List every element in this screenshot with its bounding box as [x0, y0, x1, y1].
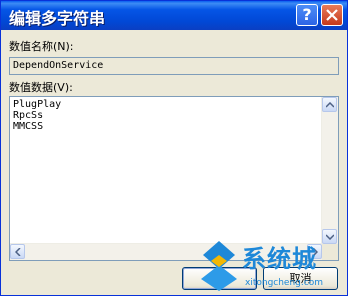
help-button[interactable]: ? — [296, 4, 318, 26]
value-name-label: 数值名称(N): — [9, 40, 74, 53]
title-bar[interactable]: 编辑多字符串 ? — [1, 1, 347, 30]
watermark-logo-icon — [201, 241, 237, 291]
scroll-left-button[interactable] — [10, 244, 25, 259]
watermark-brand: 系统城 — [242, 245, 317, 273]
close-button[interactable] — [321, 4, 343, 26]
value-data-line: MMCSS — [13, 121, 44, 132]
value-data-textarea[interactable]: PlugPlay RpcSs MMCSS — [9, 96, 339, 261]
value-data-line: RpcSs — [13, 110, 44, 121]
scroll-up-button[interactable] — [322, 97, 337, 112]
edit-multistring-dialog: 编辑多字符串 ? 数值名称(N): DependOnService 数值数据(V… — [0, 0, 348, 296]
chevron-up-icon — [326, 102, 334, 108]
value-name-field[interactable]: DependOnService — [9, 57, 339, 75]
value-data-lines: PlugPlay RpcSs MMCSS — [13, 99, 61, 132]
scrollbar-corner — [322, 244, 338, 260]
chevron-down-icon — [326, 234, 334, 240]
chevron-left-icon — [15, 248, 21, 256]
vertical-scrollbar[interactable] — [321, 97, 338, 244]
watermark-url: xitongcheng.com — [245, 278, 323, 288]
value-data-label: 数值数据(V): — [9, 81, 73, 94]
window-title: 编辑多字符串 — [9, 9, 106, 28]
close-icon — [326, 9, 338, 21]
value-data-line: PlugPlay — [13, 99, 62, 110]
scroll-down-button[interactable] — [322, 229, 337, 244]
